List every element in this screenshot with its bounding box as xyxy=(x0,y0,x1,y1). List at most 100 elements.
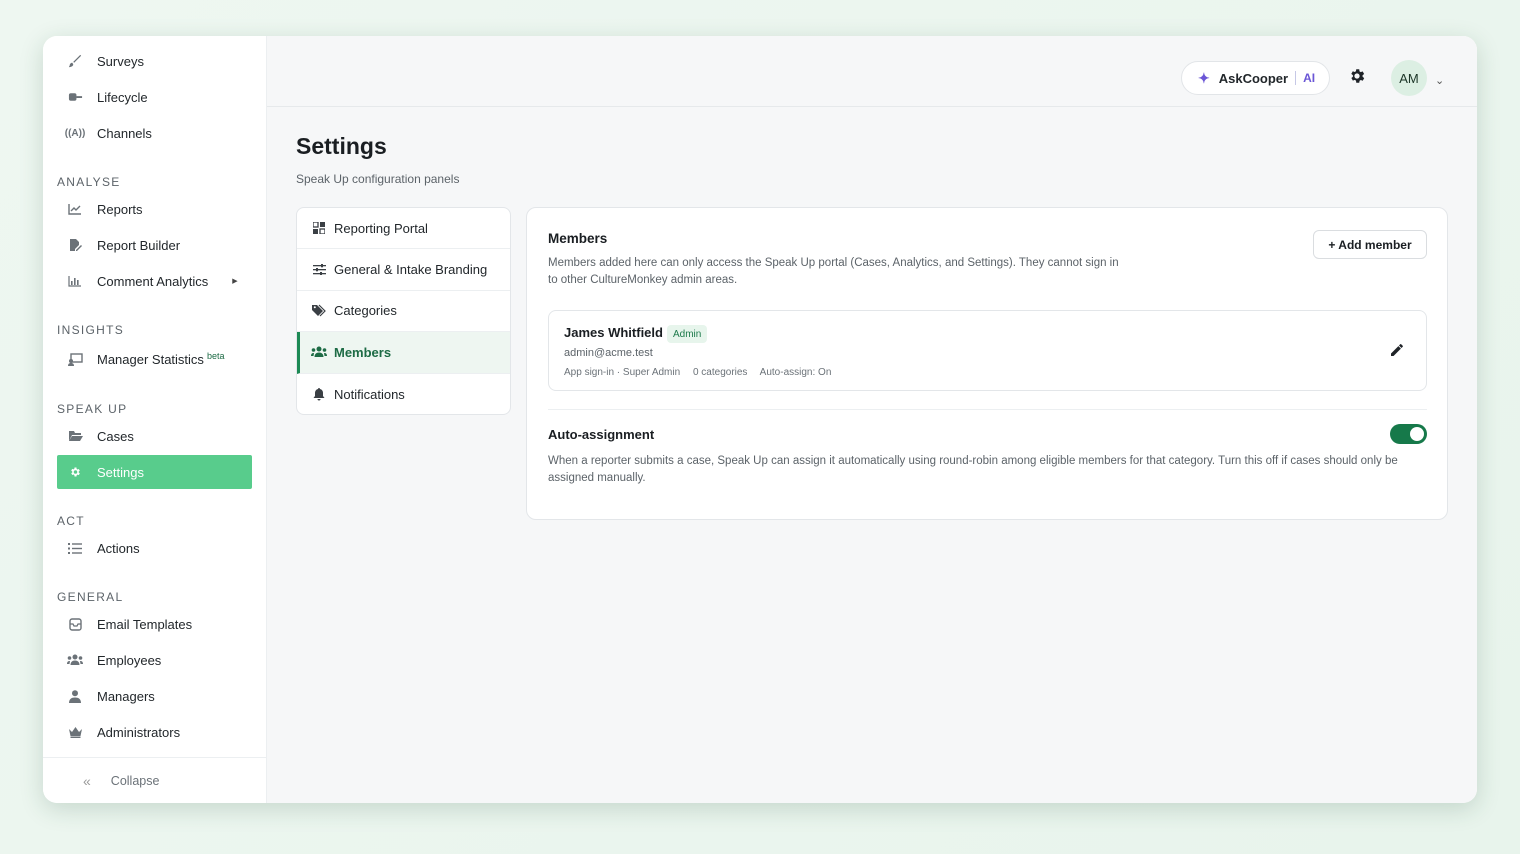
panel-item-label: General & Intake Branding xyxy=(334,262,488,278)
auto-assignment-description: When a reporter submits a case, Speak Up… xyxy=(548,455,1398,484)
member-email: admin@acme.test xyxy=(564,347,653,359)
sliders-icon xyxy=(311,264,327,276)
avatar[interactable]: AM xyxy=(1391,60,1427,96)
panel-item-label: Reporting Portal xyxy=(334,220,428,236)
list-icon xyxy=(67,540,83,556)
main-content: ✦ AskCooper AI AM ⌄ Settings Speak Up co… xyxy=(267,36,1477,803)
ask-cooper-button[interactable]: ✦ AskCooper AI xyxy=(1181,61,1330,95)
role-badge: Admin xyxy=(667,325,708,343)
user-tie-icon xyxy=(67,688,83,704)
sidebar: Surveys Lifecycle ((A)) Channels ANALYSE… xyxy=(43,36,267,803)
panel-item-members[interactable]: Members xyxy=(297,332,510,374)
page-subtitle: Speak Up configuration panels xyxy=(296,172,460,186)
sidebar-item-manager-statistics[interactable]: Manager Statistics beta xyxy=(57,342,252,376)
app-window: Surveys Lifecycle ((A)) Channels ANALYSE… xyxy=(43,36,1477,803)
top-bar: ✦ AskCooper AI AM ⌄ xyxy=(267,36,1477,107)
users-icon xyxy=(311,346,327,358)
member-row: James Whitfield Admin admin@acme.test Ap… xyxy=(548,310,1427,391)
collapse-button[interactable]: « Collapse xyxy=(43,757,267,803)
sidebar-item-comment-analytics[interactable]: Comment Analytics ▶ xyxy=(57,264,252,298)
sidebar-item-managers[interactable]: Managers xyxy=(57,679,252,713)
toggle-knob xyxy=(1410,427,1424,441)
beta-badge: beta xyxy=(206,351,225,361)
tags-icon xyxy=(311,304,327,317)
grid-icon xyxy=(311,222,327,235)
section-act: ACT xyxy=(57,514,85,528)
add-member-button[interactable]: + Add member xyxy=(1313,230,1427,259)
sidebar-item-label: Reports xyxy=(97,201,143,217)
section-insights: INSIGHTS xyxy=(57,323,125,337)
panel-item-label: Members xyxy=(334,344,392,360)
panel-item-notifications[interactable]: Notifications xyxy=(297,374,510,414)
double-chevron-left-icon: « xyxy=(83,772,91,789)
member-auto-assign: Auto-assign: On xyxy=(759,367,832,378)
brush-icon xyxy=(67,53,83,69)
sidebar-item-report-builder[interactable]: Report Builder xyxy=(57,228,252,262)
panel-item-reporting-portal[interactable]: Reporting Portal xyxy=(297,208,510,250)
folder-open-icon xyxy=(67,428,83,444)
sidebar-item-employees[interactable]: Employees xyxy=(57,643,252,677)
ai-label: AI xyxy=(1303,71,1316,85)
bar-chart-icon xyxy=(67,273,83,289)
divider xyxy=(548,409,1427,410)
sidebar-item-label: Report Builder xyxy=(97,237,181,253)
member-meta: App sign-in · Super Admin 0 categories A… xyxy=(564,367,841,378)
mail-template-icon xyxy=(67,616,83,632)
sidebar-item-label: Lifecycle xyxy=(97,89,148,105)
settings-panel-menu: Reporting Portal General & Intake Brandi… xyxy=(296,207,511,415)
collapse-label: Collapse xyxy=(110,773,160,788)
sidebar-item-lifecycle[interactable]: Lifecycle xyxy=(57,80,252,114)
section-analyse: ANALYSE xyxy=(57,175,121,189)
bell-icon xyxy=(311,387,327,401)
panel-item-general-branding[interactable]: General & Intake Branding xyxy=(297,249,510,291)
panel-item-categories[interactable]: Categories xyxy=(297,291,510,333)
broadcast-icon: ((A)) xyxy=(64,127,86,139)
file-edit-icon xyxy=(67,237,83,253)
panel-item-label: Notifications xyxy=(334,386,405,402)
members-card: Members Members added here can only acce… xyxy=(526,207,1448,520)
auto-assignment-title: Auto-assignment xyxy=(548,427,655,442)
sidebar-item-email-templates[interactable]: Email Templates xyxy=(57,607,252,641)
pencil-icon[interactable] xyxy=(1389,342,1407,360)
member-name: James Whitfield xyxy=(564,325,663,340)
page-title: Settings xyxy=(296,133,387,159)
sidebar-item-administrators[interactable]: Administrators xyxy=(57,715,252,749)
caret-right-icon: ▶ xyxy=(232,278,238,285)
sidebar-item-settings[interactable]: Settings xyxy=(57,455,252,489)
sidebar-item-label: Cases xyxy=(97,428,134,444)
sidebar-item-label: Comment Analytics xyxy=(97,273,209,289)
sidebar-item-label: Administrators xyxy=(97,724,181,740)
presentation-icon xyxy=(67,351,83,367)
sidebar-item-surveys[interactable]: Surveys xyxy=(57,44,252,78)
users-icon xyxy=(67,652,83,668)
divider xyxy=(1295,71,1297,85)
ask-cooper-label: AskCooper xyxy=(1218,70,1289,86)
sidebar-item-channels[interactable]: ((A)) Channels xyxy=(57,116,252,150)
sidebar-item-actions[interactable]: Actions xyxy=(57,531,252,565)
chevron-down-icon[interactable]: ⌄ xyxy=(1435,74,1444,87)
sidebar-item-label: Employees xyxy=(97,652,162,668)
members-description: Members added here can only access the S… xyxy=(548,257,1119,286)
settings-gear-button[interactable] xyxy=(1347,68,1367,88)
lifecycle-icon xyxy=(67,89,83,105)
gear-icon xyxy=(67,464,83,480)
panel-item-label: Categories xyxy=(334,303,397,319)
line-chart-icon xyxy=(67,201,83,217)
sidebar-item-label: Managers xyxy=(97,688,155,704)
section-speak-up: SPEAK UP xyxy=(57,402,128,416)
sidebar-item-label: Manager Statistics xyxy=(97,351,204,367)
sidebar-item-label: Channels xyxy=(97,125,152,141)
member-categories: 0 categories xyxy=(692,367,748,378)
sidebar-item-reports[interactable]: Reports xyxy=(57,192,252,226)
sparkle-icon: ✦ xyxy=(1198,69,1210,86)
section-general: GENERAL xyxy=(57,590,124,604)
member-sign-in: App sign-in · Super Admin xyxy=(564,367,681,378)
sidebar-item-label: Surveys xyxy=(97,53,144,69)
crown-icon xyxy=(67,724,83,740)
auto-assignment-toggle[interactable] xyxy=(1390,424,1427,444)
members-title: Members xyxy=(548,231,608,246)
sidebar-item-label: Settings xyxy=(97,464,144,480)
sidebar-item-label: Actions xyxy=(97,540,140,556)
sidebar-item-label: Email Templates xyxy=(97,616,193,632)
sidebar-item-cases[interactable]: Cases xyxy=(57,419,252,453)
